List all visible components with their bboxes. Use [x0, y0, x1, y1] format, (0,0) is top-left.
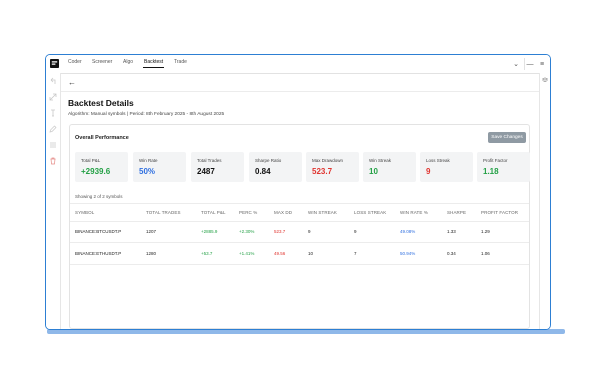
tab-trade[interactable]: Trade — [173, 59, 188, 65]
metric-card: Loss Streak 9 — [420, 152, 473, 182]
metric-label: Loss Streak — [426, 158, 450, 163]
table-cell: 523.7 — [274, 229, 286, 234]
metric-label: Win Streak — [369, 158, 392, 163]
metric-card: Total P&L +2939.6 — [75, 152, 128, 182]
row-divider — [70, 221, 529, 222]
column-header[interactable]: WIN STREAK — [308, 210, 337, 215]
app-logo-icon — [50, 59, 59, 68]
table-cell: +2.30% — [239, 229, 255, 234]
metric-label: Sharpe Ratio — [255, 158, 282, 163]
pencil-icon[interactable] — [49, 125, 57, 133]
metric-label: Max Drawdown — [312, 158, 344, 163]
menu-icon[interactable]: ≡ — [537, 58, 547, 70]
column-header[interactable]: SYMBOL — [75, 210, 94, 215]
metric-label: Win Rate — [139, 158, 158, 163]
divider — [61, 91, 539, 92]
symbol-count: Showing 2 of 2 symbols — [75, 194, 123, 199]
layers-icon[interactable] — [542, 77, 548, 83]
table-cell: BINANCE:ETHUSDT.P — [75, 251, 122, 256]
right-panel-strip — [539, 73, 550, 329]
metric-card: Max Drawdown 523.7 — [306, 152, 359, 182]
table-divider — [70, 203, 529, 204]
metric-card: Win Streak 10 — [363, 152, 416, 182]
table-cell: +1.41% — [239, 251, 255, 256]
column-header[interactable]: TOTAL P&L — [201, 210, 226, 215]
metric-label: Total Trades — [197, 158, 222, 163]
overall-performance-card: Overall Performance Save Changes Total P… — [69, 124, 530, 329]
column-header[interactable]: SHARPE — [447, 210, 466, 215]
section-title: Overall Performance — [75, 135, 129, 141]
table-cell: +2885.9 — [201, 229, 218, 234]
metric-label: Profit Factor — [483, 158, 508, 163]
row-divider — [70, 242, 529, 243]
page-title: Backtest Details — [68, 98, 134, 108]
table-cell: 1207 — [146, 229, 157, 234]
metric-value: 0.84 — [255, 167, 271, 176]
back-arrow-icon[interactable]: ← — [68, 78, 76, 87]
metric-card: Total Trades 2487 — [191, 152, 244, 182]
table-cell: 1.33 — [447, 229, 456, 234]
column-header[interactable]: PROFIT FACTOR — [481, 210, 518, 215]
lines-icon[interactable] — [49, 141, 57, 149]
table-cell: 1280 — [146, 251, 157, 256]
row-divider — [70, 264, 529, 265]
backtest-details-panel: ← Backtest Details Algorithm: Manual sym… — [61, 74, 539, 329]
column-header[interactable]: WIN RATE % — [400, 210, 428, 215]
table-cell: 1.29 — [481, 229, 490, 234]
table-cell: 9 — [354, 229, 357, 234]
undo-icon[interactable] — [49, 77, 57, 85]
column-header[interactable]: MAX DD — [274, 210, 292, 215]
table-cell: 49.56 — [274, 251, 286, 256]
table-cell: +53.7 — [201, 251, 213, 256]
page-subtitle: Algorithm: Manual symbols | Period: 8th … — [68, 112, 225, 117]
metric-label: Total P&L — [81, 158, 101, 163]
table-cell: 9 — [308, 229, 311, 234]
table-cell: BINANCE:BTCUSDT.P — [75, 229, 122, 234]
metric-value: 10 — [369, 167, 378, 176]
table-cell: 0.34 — [447, 251, 456, 256]
column-header[interactable]: PERC % — [239, 210, 257, 215]
metric-card: Profit Factor 1.18 — [477, 152, 530, 182]
metric-card: Sharpe Ratio 0.84 — [249, 152, 302, 182]
tab-coder[interactable]: Coder — [67, 59, 83, 65]
table-cell: 49.08% — [400, 229, 416, 234]
tab-screener[interactable]: Screener — [91, 59, 113, 65]
metric-value: 9 — [426, 167, 431, 176]
column-header[interactable]: LOSS STREAK — [354, 210, 386, 215]
metric-value: 50% — [139, 167, 156, 176]
column-header[interactable]: TOTAL TRADES — [146, 210, 181, 215]
tab-backtest[interactable]: Backtest — [143, 59, 165, 68]
metric-value: 2487 — [197, 167, 215, 176]
trash-icon[interactable] — [49, 157, 57, 165]
text-cursor-icon[interactable] — [49, 109, 57, 117]
table-cell: 1.06 — [481, 251, 490, 256]
app-window: Coder Screener Algo Backtest Trade ⌄ — ≡… — [45, 54, 551, 330]
tab-algo[interactable]: Algo — [122, 59, 134, 65]
drawing-toolbar — [46, 73, 61, 329]
chevron-down-icon[interactable]: ⌄ — [511, 58, 521, 70]
save-changes-button[interactable]: Save Changes — [488, 132, 526, 143]
metric-value: 1.18 — [483, 167, 499, 176]
table-cell: 7 — [354, 251, 357, 256]
table-cell: 10 — [308, 251, 314, 256]
metric-value: +2939.6 — [81, 167, 111, 176]
minimize-icon[interactable]: — — [524, 58, 535, 70]
table-cell: 50.94% — [400, 251, 416, 256]
top-navbar: Coder Screener Algo Backtest Trade ⌄ — ≡ — [46, 55, 550, 74]
metric-card: Win Rate 50% — [133, 152, 186, 182]
expand-icon[interactable] — [49, 93, 57, 101]
metric-value: 523.7 — [312, 167, 333, 176]
